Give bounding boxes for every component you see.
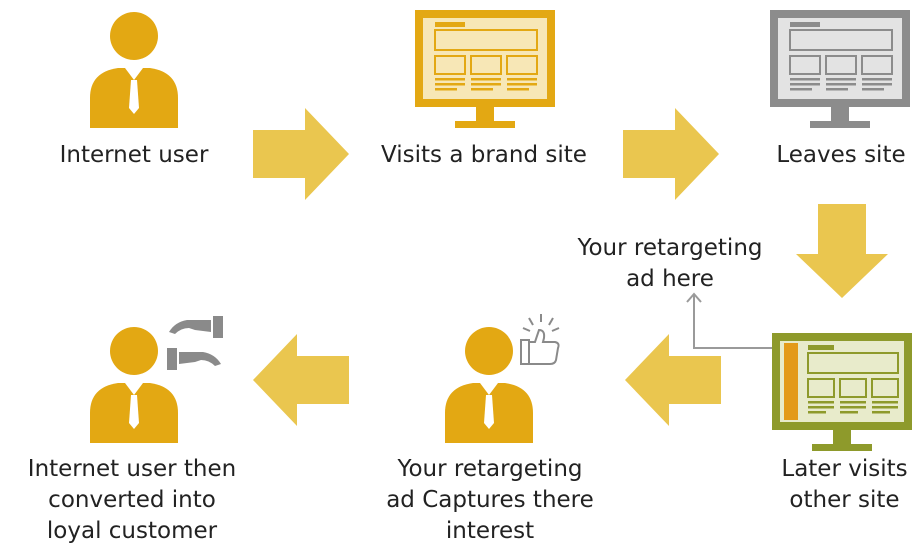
monitor-other-site-icon <box>772 333 912 451</box>
step2-label: Visits a brand site <box>381 142 587 168</box>
step5-label-line3: interest <box>445 518 535 544</box>
monitor-grey-icon <box>770 10 910 128</box>
arrow-down-icon <box>796 204 888 298</box>
arrow-right-icon <box>623 108 719 200</box>
monitor-brand-icon <box>415 10 555 128</box>
person-icon <box>90 12 178 128</box>
arrow-right-icon <box>253 108 349 200</box>
arrow-left-icon <box>625 334 721 426</box>
step5-label-line1: Your retargeting <box>397 456 583 482</box>
step6-label-line3: loyal customer <box>46 518 218 544</box>
step6-label-line2: converted into <box>48 487 216 513</box>
step6-label-line1: Internet user then <box>27 456 237 482</box>
step4-label-line2: other site <box>789 487 900 513</box>
step4-label-line1: Later visits <box>781 456 908 482</box>
step5-label-line2: ad Captures there <box>386 487 594 513</box>
step1-label: Internet user <box>59 142 209 168</box>
arrow-left-icon <box>253 334 349 426</box>
callout-line1: Your retargeting <box>577 235 763 261</box>
handshake-icon <box>167 316 223 370</box>
step3-label: Leaves site <box>776 142 906 168</box>
thumbs-up-icon <box>520 314 560 365</box>
retargeting-ad-banner <box>784 343 798 420</box>
